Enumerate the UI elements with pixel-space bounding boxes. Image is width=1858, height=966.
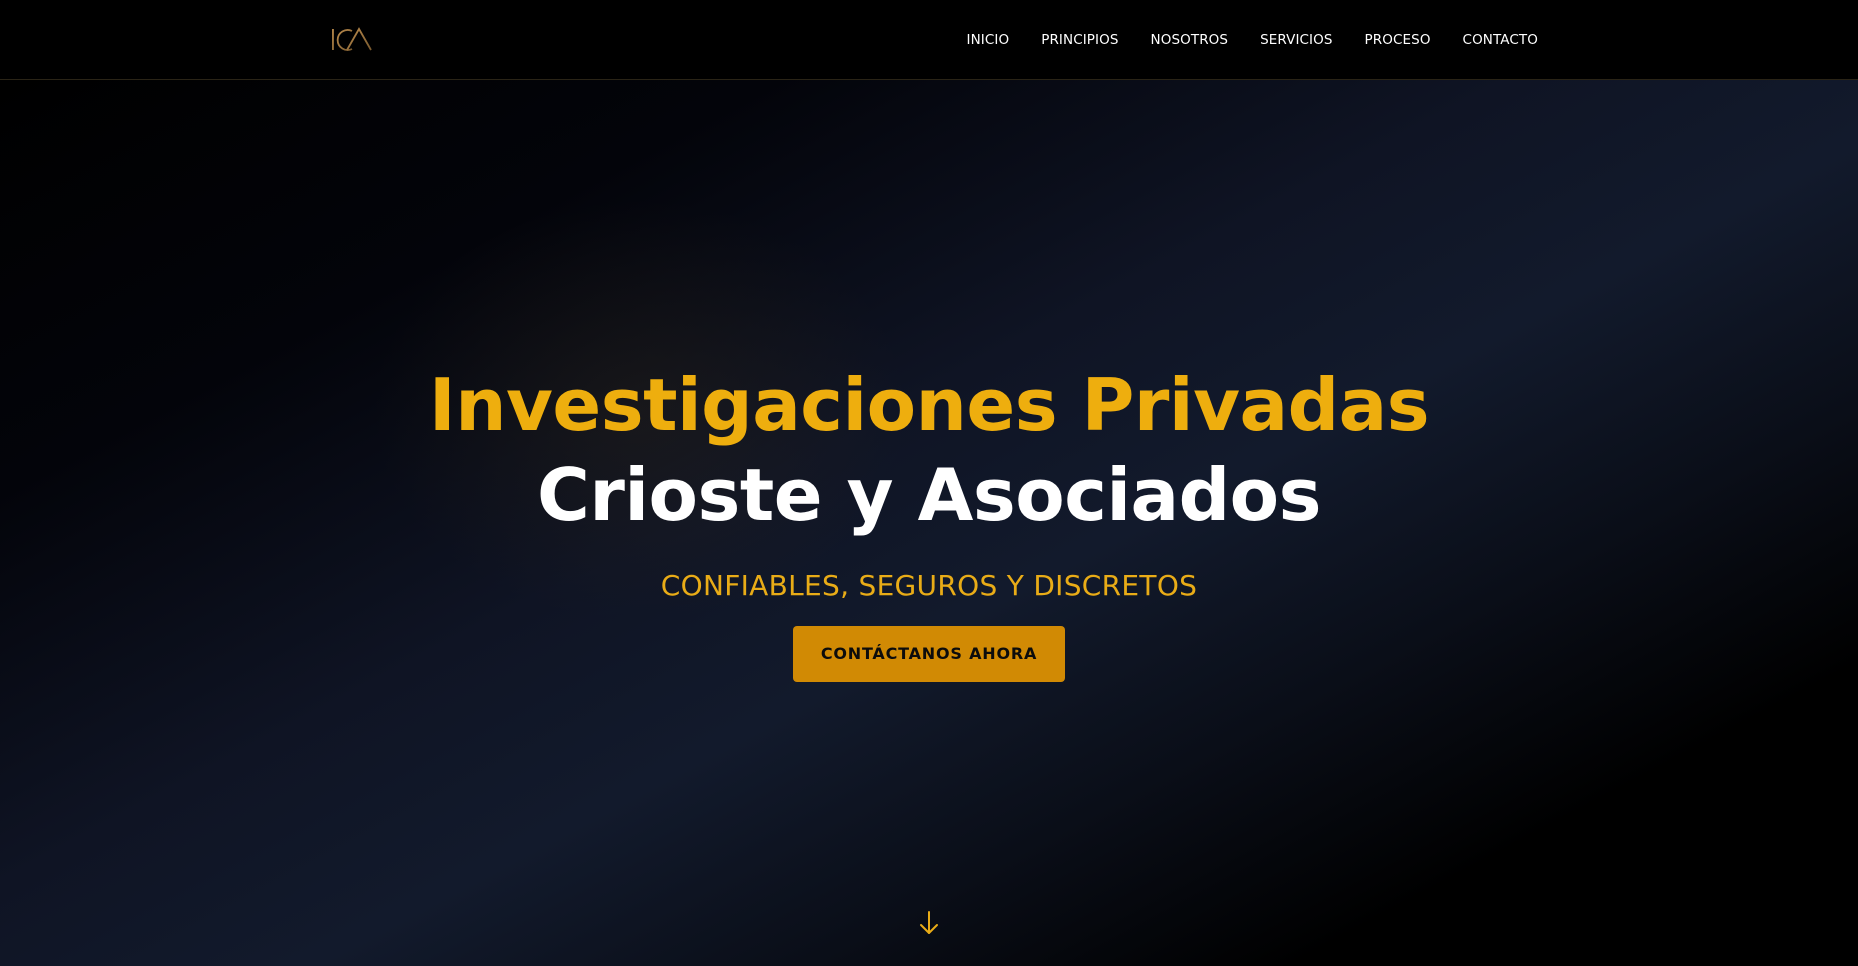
nav-item-servicios[interactable]: SERVICIOS (1260, 32, 1332, 48)
main-nav: INICIO PRINCIPIOS NOSOTROS SERVICIOS PRO… (967, 0, 1539, 80)
hero-content: Investigaciones Privadas Crioste y Asoci… (0, 360, 1858, 682)
hero-title-primary: Investigaciones Privadas (428, 363, 1430, 447)
nav-item-inicio[interactable]: INICIO (967, 32, 1010, 48)
nav-item-proceso[interactable]: PROCESO (1365, 32, 1431, 48)
nav-item-contacto[interactable]: CONTACTO (1463, 32, 1538, 48)
hero-section: Investigaciones Privadas Crioste y Asoci… (0, 80, 1858, 966)
top-navbar: INICIO PRINCIPIOS NOSOTROS SERVICIOS PRO… (0, 0, 1858, 80)
ica-logo[interactable] (330, 24, 376, 56)
nav-item-nosotros[interactable]: NOSOTROS (1151, 32, 1229, 48)
arrow-down-icon[interactable] (917, 909, 941, 937)
hero-tagline: CONFIABLES, SEGUROS Y DISCRETOS (660, 569, 1198, 602)
hero-title-secondary: Crioste y Asociados (536, 453, 1322, 537)
nav-item-principios[interactable]: PRINCIPIOS (1041, 32, 1118, 48)
page: INICIO PRINCIPIOS NOSOTROS SERVICIOS PRO… (0, 0, 1858, 966)
contact-now-button[interactable]: CONTÁCTANOS AHORA (793, 626, 1065, 682)
